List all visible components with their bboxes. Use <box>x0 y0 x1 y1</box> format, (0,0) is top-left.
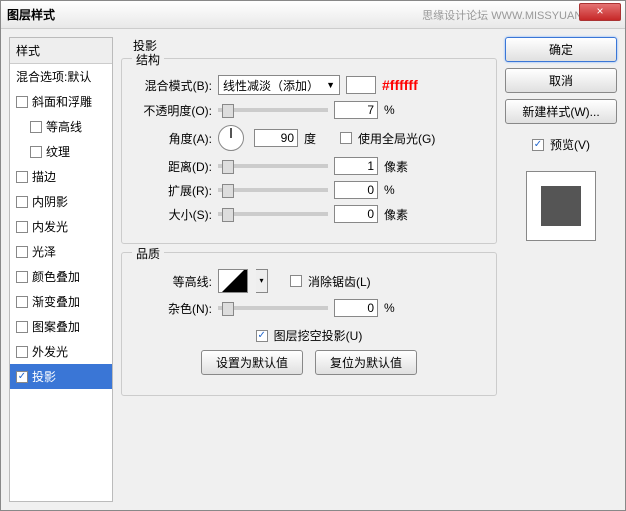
opacity-input[interactable]: 7 <box>334 101 378 119</box>
global-light-checkbox[interactable] <box>340 132 352 144</box>
style-item-innerglow[interactable]: 内发光 <box>10 214 112 239</box>
global-light-label: 使用全局光(G) <box>358 130 435 147</box>
noise-input[interactable]: 0 <box>334 299 378 317</box>
checkbox[interactable] <box>16 321 28 333</box>
window-title: 图层样式 <box>7 6 422 23</box>
ok-button[interactable]: 确定 <box>505 37 617 62</box>
checkbox[interactable] <box>16 346 28 358</box>
style-item-stroke[interactable]: 描边 <box>10 164 112 189</box>
style-item-satin[interactable]: 光泽 <box>10 239 112 264</box>
checkbox[interactable] <box>16 96 28 108</box>
contour-dropdown[interactable]: ▾ <box>256 269 268 293</box>
chevron-down-icon: ▼ <box>326 80 335 90</box>
blend-mode-label: 混合模式(B): <box>134 77 212 94</box>
noise-label: 杂色(N): <box>134 300 212 317</box>
angle-dial[interactable] <box>218 125 244 151</box>
contour-picker[interactable] <box>218 269 248 293</box>
blend-options-item[interactable]: 混合选项:默认 <box>10 64 112 89</box>
style-item-contour[interactable]: 等高线 <box>10 114 112 139</box>
angle-input[interactable]: 90 <box>254 129 298 147</box>
antialias-label: 消除锯齿(L) <box>308 273 371 290</box>
distance-label: 距离(D): <box>134 158 212 175</box>
settings-panel: 投影 结构 混合模式(B): 线性减淡（添加）▼ #ffffff 不透明度(O)… <box>121 37 497 502</box>
opacity-label: 不透明度(O): <box>134 102 212 119</box>
style-item-bevel[interactable]: 斜面和浮雕 <box>10 89 112 114</box>
right-panel: 确定 取消 新建样式(W)... 预览(V) <box>505 37 617 502</box>
checkbox[interactable] <box>16 221 28 233</box>
style-item-texture[interactable]: 纹理 <box>10 139 112 164</box>
spread-input[interactable]: 0 <box>334 181 378 199</box>
checkbox[interactable] <box>16 196 28 208</box>
style-item-outerglow[interactable]: 外发光 <box>10 339 112 364</box>
spread-slider[interactable] <box>218 188 328 192</box>
distance-slider[interactable] <box>218 164 328 168</box>
style-item-dropshadow[interactable]: 投影 <box>10 364 112 389</box>
new-style-button[interactable]: 新建样式(W)... <box>505 99 617 124</box>
color-swatch[interactable] <box>346 76 376 94</box>
cancel-button[interactable]: 取消 <box>505 68 617 93</box>
angle-label: 角度(A): <box>134 130 212 147</box>
quality-fieldset: 品质 等高线: ▾ 消除锯齿(L) 杂色(N): 0 % 图 <box>121 252 497 396</box>
quality-legend: 品质 <box>132 245 164 262</box>
make-default-button[interactable]: 设置为默认值 <box>201 350 303 375</box>
color-hex: #ffffff <box>382 77 418 93</box>
checkbox[interactable] <box>16 296 28 308</box>
checkbox[interactable] <box>16 371 28 383</box>
checkbox[interactable] <box>16 271 28 283</box>
reset-default-button[interactable]: 复位为默认值 <box>315 350 417 375</box>
antialias-checkbox[interactable] <box>290 275 302 287</box>
style-item-patternoverlay[interactable]: 图案叠加 <box>10 314 112 339</box>
preview-swatch <box>541 186 581 226</box>
style-item-gradientoverlay[interactable]: 渐变叠加 <box>10 289 112 314</box>
checkbox[interactable] <box>30 121 42 133</box>
layer-style-dialog: 图层样式 思缘设计论坛 WWW.MISSYUAN.COM × 样式 混合选项:默… <box>0 0 626 511</box>
styles-list: 样式 混合选项:默认 斜面和浮雕 等高线 纹理 描边 内阴影 内发光 光泽 颜色… <box>9 37 113 502</box>
noise-slider[interactable] <box>218 306 328 310</box>
opacity-slider[interactable] <box>218 108 328 112</box>
style-item-coloroverlay[interactable]: 颜色叠加 <box>10 264 112 289</box>
style-item-innershadow[interactable]: 内阴影 <box>10 189 112 214</box>
spread-label: 扩展(R): <box>134 182 212 199</box>
panel-title: 投影 <box>133 37 497 54</box>
titlebar[interactable]: 图层样式 思缘设计论坛 WWW.MISSYUAN.COM × <box>1 1 625 29</box>
checkbox[interactable] <box>16 246 28 258</box>
structure-fieldset: 结构 混合模式(B): 线性减淡（添加）▼ #ffffff 不透明度(O): 7… <box>121 58 497 244</box>
styles-header: 样式 <box>10 38 112 64</box>
size-slider[interactable] <box>218 212 328 216</box>
knockout-label: 图层挖空投影(U) <box>274 327 363 344</box>
blend-mode-combo[interactable]: 线性减淡（添加）▼ <box>218 75 340 95</box>
checkbox[interactable] <box>30 146 42 158</box>
size-input[interactable]: 0 <box>334 205 378 223</box>
distance-input[interactable]: 1 <box>334 157 378 175</box>
preview-box <box>526 171 596 241</box>
size-label: 大小(S): <box>134 206 212 223</box>
knockout-checkbox[interactable] <box>256 330 268 342</box>
structure-legend: 结构 <box>132 51 164 68</box>
preview-label: 预览(V) <box>550 136 590 153</box>
checkbox[interactable] <box>16 171 28 183</box>
contour-label: 等高线: <box>134 273 212 290</box>
preview-checkbox[interactable] <box>532 139 544 151</box>
close-button[interactable]: × <box>579 3 621 21</box>
